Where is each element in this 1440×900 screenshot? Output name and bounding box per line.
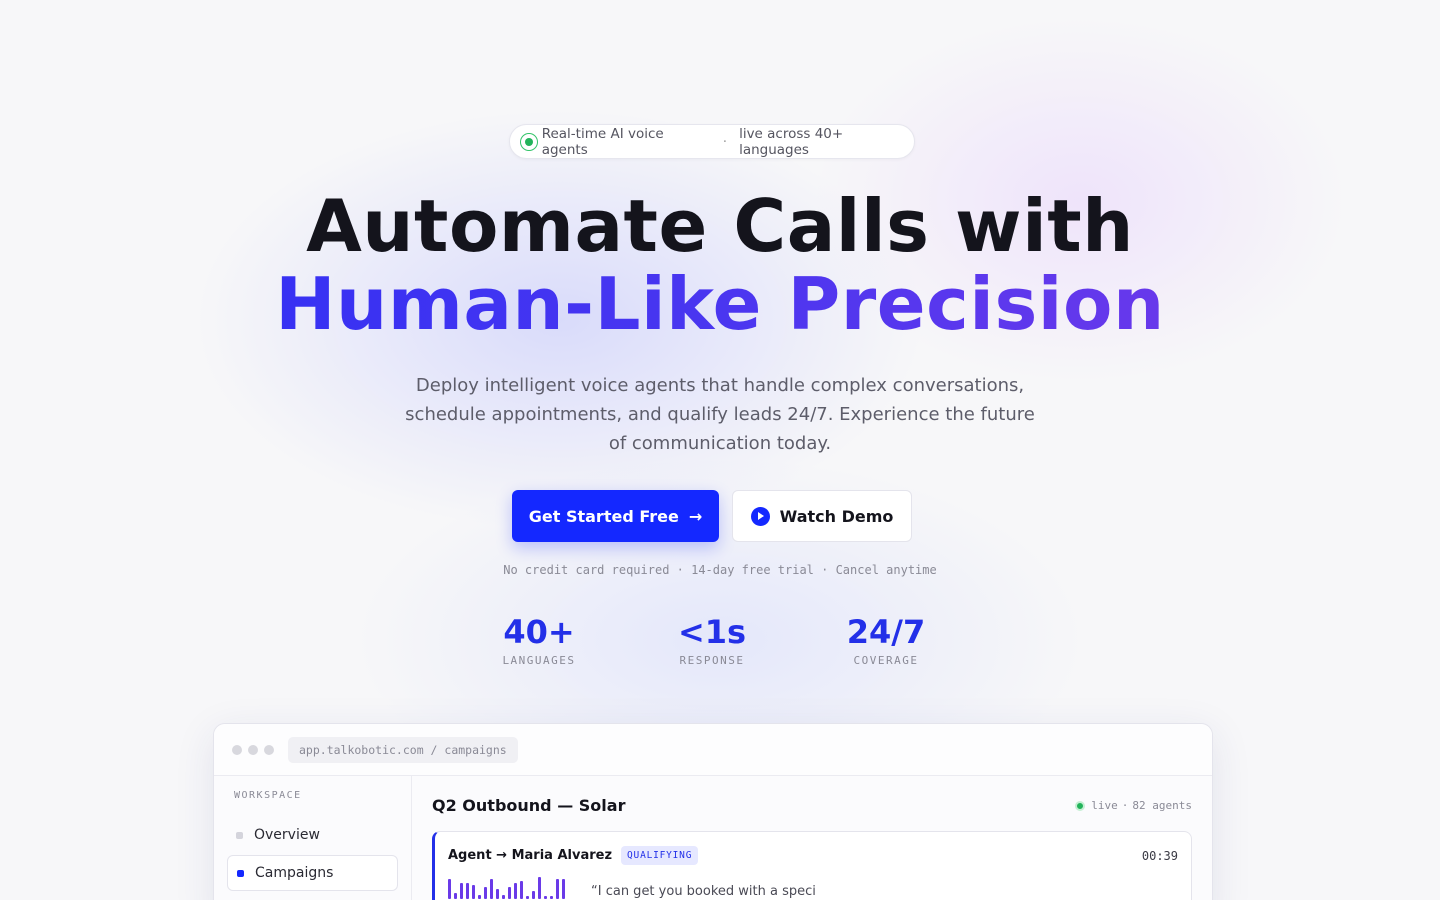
window-dot-icon <box>232 744 242 755</box>
badge-separator: · <box>722 133 728 150</box>
watch-demo-label: Watch Demo <box>779 506 894 526</box>
headline-line-2: Human-Like Precision <box>0 268 1440 340</box>
status-text: live <box>1091 799 1118 812</box>
stat-languages: 40+ LANGUAGES <box>449 612 629 667</box>
waveform-icon <box>448 875 565 899</box>
get-started-label: Get Started Free <box>528 506 679 526</box>
headline-line-1: Automate Calls with <box>306 184 1134 268</box>
status-separator: · <box>1121 799 1129 812</box>
sidebar-item-label: Campaigns <box>255 865 334 881</box>
play-icon <box>750 506 770 526</box>
stat-value: 40+ <box>503 613 575 651</box>
sidebar-item-overview[interactable]: Overview <box>227 817 398 853</box>
window-dot-icon <box>264 744 274 755</box>
workspace-label: WORKSPACE <box>234 790 302 801</box>
badge-text: Real-time AI voice agents <box>541 125 664 158</box>
sidebar-item-label: Overview <box>254 827 320 843</box>
live-status-icon <box>1075 800 1086 811</box>
live-call-card[interactable]: Agent → Maria Alvarez QUALIFYING 00:39 “… <box>432 831 1192 900</box>
campaign-panel: Q2 Outbound — Solar live · 82 agents Age… <box>412 776 1212 900</box>
stat-value: 24/7 <box>846 613 926 651</box>
app-preview-window: app.talkobotic.com / campaigns WORKSPACE… <box>213 723 1213 900</box>
subheadline: Deploy intelligent voice agents that han… <box>405 375 1035 454</box>
stat-label: LANGUAGES <box>502 654 576 667</box>
call-stage-badge: QUALIFYING <box>621 846 699 865</box>
stat-coverage: 24/7 COVERAGE <box>796 612 976 667</box>
live-indicator-icon <box>520 132 538 151</box>
window-dot-icon <box>248 744 258 755</box>
stat-label: COVERAGE <box>853 654 919 667</box>
watch-demo-button[interactable]: Watch Demo <box>732 490 912 542</box>
agents-count: 82 agents <box>1132 799 1192 812</box>
fineprint: No credit card required · 14-day free tr… <box>503 563 937 577</box>
stat-value: <1s <box>677 613 747 651</box>
badge-suffix: live across 40+ languages <box>739 125 844 158</box>
bullet-icon <box>237 869 244 877</box>
call-transcript: “I can get you booked with a speci <box>591 884 816 899</box>
campaign-status: live · 82 agents <box>1075 799 1192 812</box>
announcement-badge: Real-time AI voice agents · live across … <box>509 124 915 159</box>
call-participants: Agent → Maria Alvarez <box>448 848 613 863</box>
call-timer: 00:39 <box>1141 848 1178 863</box>
app-sidebar: WORKSPACE Overview Campaigns <box>214 776 412 900</box>
bullet-icon <box>236 831 243 839</box>
arrow-right-icon: → <box>688 506 703 526</box>
sidebar-item-campaigns[interactable]: Campaigns <box>227 855 398 891</box>
campaign-title: Q2 Outbound — Solar <box>432 796 626 815</box>
window-title-bar: app.talkobotic.com / campaigns <box>214 724 1212 776</box>
address-bar[interactable]: app.talkobotic.com / campaigns <box>288 736 518 763</box>
get-started-button[interactable]: Get Started Free → <box>512 490 719 542</box>
stat-label: RESPONSE <box>679 654 745 667</box>
stat-response: <1s RESPONSE <box>622 612 802 667</box>
